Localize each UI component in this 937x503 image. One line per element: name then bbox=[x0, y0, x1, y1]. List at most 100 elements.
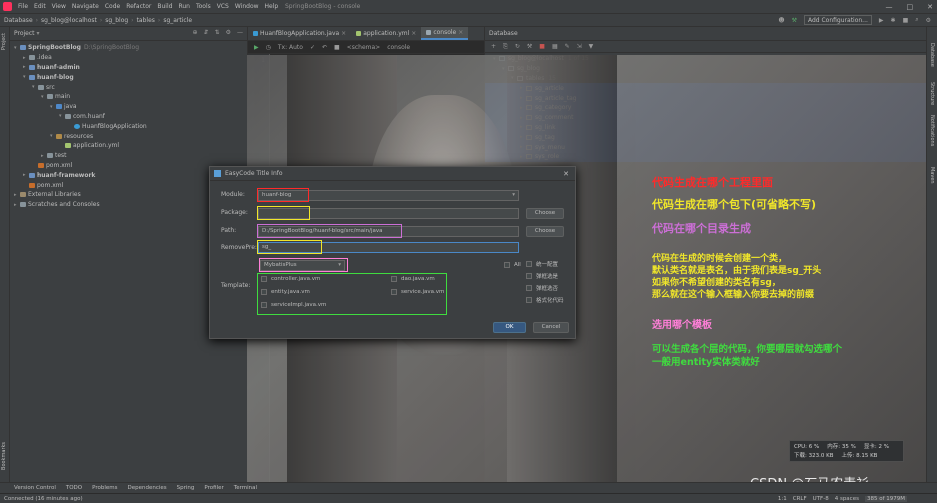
tool-window-terminal[interactable]: Terminal bbox=[234, 485, 257, 491]
project-tree-item[interactable]: ▾ java bbox=[10, 102, 247, 112]
search-icon[interactable]: ⌕ bbox=[915, 16, 918, 24]
maximize-icon[interactable]: □ bbox=[907, 3, 914, 11]
close-icon[interactable]: ✕ bbox=[563, 170, 569, 178]
add-icon[interactable]: + bbox=[491, 43, 496, 50]
database-tool-tab[interactable]: Database bbox=[929, 43, 935, 67]
menu-item-file[interactable]: File bbox=[15, 3, 31, 10]
menu-item-refactor[interactable]: Refactor bbox=[123, 3, 154, 10]
menu-item-run[interactable]: Run bbox=[175, 3, 193, 10]
tool-window-spring[interactable]: Spring bbox=[177, 485, 195, 491]
structure-tool-tab[interactable]: Structure bbox=[929, 82, 935, 105]
close-window-icon[interactable]: ✕ bbox=[927, 3, 933, 11]
menu-item-vcs[interactable]: VCS bbox=[214, 3, 232, 10]
editor-tab[interactable]: console × bbox=[421, 27, 469, 40]
copy-icon[interactable]: ⎘ bbox=[503, 43, 508, 51]
project-tree-item[interactable]: ▾ SpringBootBlog D:\SpringBootBlog bbox=[10, 43, 247, 53]
expand-all-icon[interactable]: ⇅ bbox=[215, 29, 220, 36]
locate-icon[interactable]: ⊕ bbox=[193, 29, 198, 36]
project-tree-item[interactable]: ▾ huanf-blog bbox=[10, 72, 247, 82]
maven-tool-tab[interactable]: Maven bbox=[929, 167, 935, 184]
edit-icon[interactable]: ✎ bbox=[565, 43, 570, 50]
template-checkbox-service[interactable]: service.java.vm bbox=[391, 289, 444, 295]
close-tab-icon[interactable]: × bbox=[458, 27, 463, 39]
build-hammer-icon[interactable]: ⚒ bbox=[792, 17, 797, 24]
execute-icon[interactable]: ▶ bbox=[254, 44, 259, 51]
breadcrumb-item[interactable]: tables bbox=[137, 17, 155, 24]
unified-config-checkbox[interactable]: 统一配置 bbox=[526, 260, 558, 268]
project-tree-item[interactable]: application.yml bbox=[10, 141, 247, 151]
run-icon[interactable]: ▶ bbox=[879, 17, 884, 24]
project-tree-item[interactable]: ▾ src bbox=[10, 82, 247, 92]
transaction-mode-select[interactable]: Tx: Auto bbox=[278, 44, 303, 51]
format-code-checkbox[interactable]: 格式化代码 bbox=[526, 296, 564, 304]
hide-panel-icon[interactable]: — bbox=[237, 29, 243, 36]
notifications-tool-tab[interactable]: Notifications bbox=[929, 115, 935, 146]
project-tree-item[interactable]: ▸ .idea bbox=[10, 53, 247, 63]
menu-item-window[interactable]: Window bbox=[232, 3, 262, 10]
project-tree-item[interactable]: ▾ com.huanf bbox=[10, 112, 247, 122]
chevron-down-icon[interactable]: ▾ bbox=[37, 30, 40, 37]
project-tree-item[interactable]: ▸ test bbox=[10, 151, 247, 161]
project-tree-item[interactable]: ▸ huanf-admin bbox=[10, 63, 247, 73]
breadcrumb-item[interactable]: sg_blog bbox=[105, 17, 128, 24]
tool-window-problems[interactable]: Problems bbox=[92, 485, 117, 491]
project-tree-item[interactable]: ▾ resources bbox=[10, 131, 247, 141]
path-choose-button[interactable]: Choose bbox=[526, 226, 564, 237]
editor-tab[interactable]: HuanfBlogApplication.java × bbox=[248, 27, 351, 40]
ok-button[interactable]: OK bbox=[493, 322, 526, 333]
menu-item-edit[interactable]: Edit bbox=[31, 3, 49, 10]
commit-icon[interactable]: ✓ bbox=[310, 44, 315, 51]
stop-query-icon[interactable]: ■ bbox=[334, 44, 340, 51]
template-checkbox-controller[interactable]: controller.java.vm bbox=[261, 276, 320, 282]
popup-no-checkbox[interactable]: 弹框选否 bbox=[526, 284, 558, 292]
template-checkbox-dao[interactable]: dao.java.vm bbox=[391, 276, 435, 282]
project-tree-item[interactable]: ▾ main bbox=[10, 92, 247, 102]
user-icon[interactable]: ☻ bbox=[778, 17, 784, 24]
project-tree-item[interactable]: HuanfBlogApplication bbox=[10, 121, 247, 131]
file-encoding[interactable]: UTF-8 bbox=[813, 496, 829, 502]
add-configuration-button[interactable]: Add Configuration... bbox=[803, 15, 872, 25]
rollback-icon[interactable]: ↶ bbox=[322, 44, 327, 51]
properties-icon[interactable]: ⚒ bbox=[527, 43, 532, 50]
console-select[interactable]: console bbox=[387, 44, 410, 51]
template-checkbox-entity[interactable]: entity.java.vm bbox=[261, 289, 310, 295]
collapse-all-icon[interactable]: ⇵ bbox=[204, 29, 209, 36]
history-icon[interactable]: ◷ bbox=[266, 44, 271, 51]
popup-yes-checkbox[interactable]: 弹框选是 bbox=[526, 272, 558, 280]
filter-icon[interactable]: ▼ bbox=[589, 43, 594, 50]
menu-item-navigate[interactable]: Navigate bbox=[69, 3, 102, 10]
editor-tab[interactable]: application.yml × bbox=[351, 27, 421, 40]
breadcrumb-item[interactable]: sg_article bbox=[163, 17, 192, 24]
close-tab-icon[interactable]: × bbox=[411, 28, 416, 40]
tool-window-profiler[interactable]: Profiler bbox=[204, 485, 223, 491]
table-editor-icon[interactable]: ▦ bbox=[552, 43, 558, 50]
tool-window-dependencies[interactable]: Dependencies bbox=[127, 485, 166, 491]
minimize-icon[interactable]: — bbox=[886, 3, 893, 11]
cancel-button[interactable]: Cancel bbox=[533, 322, 569, 333]
indent-setting[interactable]: 4 spaces bbox=[835, 496, 859, 502]
project-tool-tab[interactable]: Project bbox=[1, 33, 7, 50]
debug-icon[interactable]: ✱ bbox=[891, 17, 896, 24]
all-checkbox[interactable]: All bbox=[504, 262, 521, 268]
close-tab-icon[interactable]: × bbox=[341, 28, 346, 40]
disconnect-icon[interactable]: ■ bbox=[539, 43, 545, 50]
gear-icon[interactable]: ⚙ bbox=[226, 29, 231, 36]
line-separator[interactable]: CRLF bbox=[793, 496, 807, 502]
schema-select[interactable]: <schema> bbox=[347, 44, 381, 51]
bookmarks-tool-tab[interactable]: Bookmarks bbox=[1, 442, 7, 470]
jump-to-console-icon[interactable]: ⇲ bbox=[577, 43, 582, 50]
project-panel-title[interactable]: Project bbox=[14, 30, 35, 37]
tool-window-version-control[interactable]: Version Control bbox=[14, 485, 56, 491]
breadcrumb-item[interactable]: Database bbox=[4, 17, 33, 24]
caret-position[interactable]: 1:1 bbox=[778, 496, 787, 502]
stop-icon[interactable]: ■ bbox=[903, 17, 909, 24]
memory-indicator[interactable]: 385 of 1979M bbox=[864, 495, 907, 502]
menu-item-tools[interactable]: Tools bbox=[193, 3, 214, 10]
menu-item-code[interactable]: Code bbox=[102, 3, 123, 10]
menu-item-help[interactable]: Help bbox=[262, 3, 282, 10]
refresh-icon[interactable]: ↻ bbox=[515, 43, 520, 50]
menu-item-build[interactable]: Build bbox=[154, 3, 175, 10]
tool-window-todo[interactable]: TODO bbox=[66, 485, 82, 491]
breadcrumb-item[interactable]: sg_blog@localhost bbox=[41, 17, 97, 24]
menu-item-view[interactable]: View bbox=[49, 3, 69, 10]
